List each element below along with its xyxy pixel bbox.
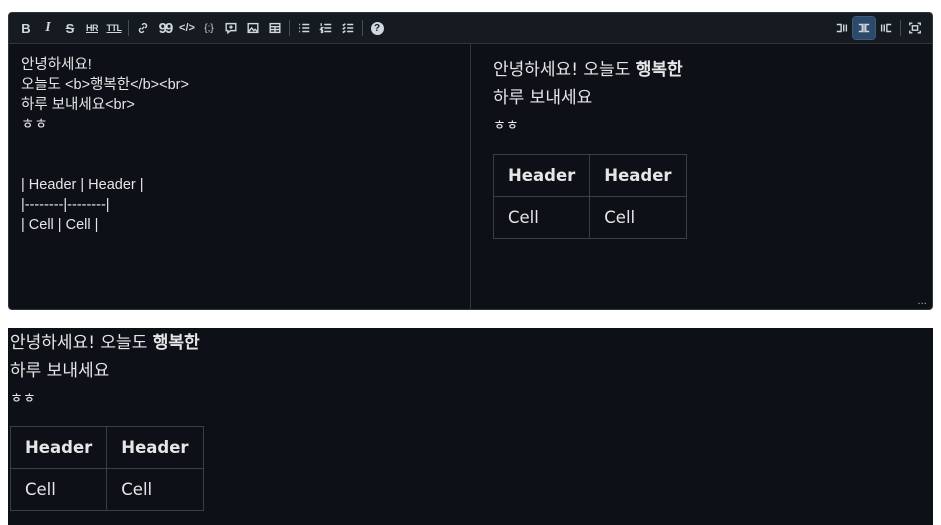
output-line: ㅎㅎ — [10, 391, 36, 407]
comment-button[interactable] — [220, 17, 242, 39]
output-table: Header Header Cell Cell — [9, 426, 204, 511]
bold-button[interactable]: B — [15, 17, 37, 39]
quote-button[interactable]: 99 — [154, 17, 176, 39]
link-icon — [138, 22, 148, 34]
quote-icon: 99 — [158, 19, 174, 37]
editor-only-icon — [836, 23, 848, 33]
table-header-row: Header Header — [9, 426, 204, 469]
help-icon: ? — [370, 21, 384, 35]
task-list-icon — [342, 23, 354, 34]
code-block-button[interactable]: {;} — [198, 17, 220, 39]
source-line[interactable]: 하루 보내세요<br> — [21, 95, 458, 115]
split-view-icon — [858, 23, 870, 33]
output-line: 하루 보내세요 — [10, 361, 110, 381]
image-button[interactable] — [242, 17, 264, 39]
table-header-cell: Header — [492, 154, 591, 197]
horizontal-rule-icon: HR — [86, 23, 99, 33]
preview-line: ㅎㅎ — [493, 118, 519, 134]
task-list-button[interactable] — [337, 17, 359, 39]
rendered-output: 안녕하세요! 오늘도 행복한 하루 보내세요 ㅎㅎ Header Header … — [8, 328, 933, 525]
fullscreen-button[interactable] — [904, 17, 926, 39]
source-line[interactable]: | Cell | Cell | — [21, 215, 458, 235]
code-icon: </> — [179, 22, 195, 34]
preview-line: 하루 보내세요 — [493, 88, 593, 108]
preview-table: Header Header Cell Cell — [492, 154, 687, 239]
image-icon — [247, 22, 259, 34]
editor-toolbar: B I S HR TTL 99 </> {;} ? — [9, 13, 932, 44]
source-line[interactable]: | Header | Header | — [21, 175, 458, 195]
italic-button[interactable]: I — [37, 17, 59, 39]
table-header-cell: Header — [589, 154, 687, 197]
table-row: Cell Cell — [492, 196, 687, 239]
ordered-list-button[interactable] — [315, 17, 337, 39]
preview-only-button[interactable] — [875, 17, 897, 39]
table-cell: Cell — [589, 196, 687, 239]
strikethrough-icon: S — [65, 20, 75, 36]
table-header-row: Header Header — [492, 154, 687, 197]
comment-icon — [225, 22, 237, 35]
heading-button[interactable]: TTL — [103, 17, 125, 39]
toolbar-divider — [128, 20, 129, 36]
help-button[interactable]: ? — [366, 17, 388, 39]
horizontal-rule-button[interactable]: HR — [81, 17, 103, 39]
table-icon — [269, 22, 281, 34]
toolbar-divider — [900, 20, 901, 36]
toolbar-divider — [362, 20, 363, 36]
bold-text: 행복한 — [152, 333, 200, 353]
table-header-cell: Header — [9, 426, 108, 469]
code-block-icon: {;} — [204, 22, 214, 34]
table-row: Cell Cell — [9, 468, 204, 511]
source-line[interactable] — [21, 155, 458, 175]
table-header-cell: Header — [106, 426, 204, 469]
bold-icon: B — [21, 20, 31, 36]
italic-icon: I — [45, 20, 51, 35]
resize-handle[interactable]: ... — [917, 296, 927, 307]
table-cell: Cell — [9, 468, 108, 511]
preview-pane: 안녕하세요! 오늘도 행복한 하루 보내세요 ㅎㅎ Header Header … — [471, 44, 932, 309]
source-line[interactable]: 안녕하세요! — [21, 55, 458, 75]
preview-only-icon — [880, 23, 892, 33]
output-line: 안녕하세요! 오늘도 행복한 — [10, 333, 200, 353]
split-view-button[interactable] — [852, 16, 876, 40]
heading-icon: TTL — [106, 23, 123, 33]
bullet-list-icon — [299, 23, 310, 33]
markdown-source-pane[interactable]: 안녕하세요! 오늘도 <b>행복한</b><br> 하루 보내세요<br> ㅎㅎ… — [9, 44, 471, 309]
table-cell: Cell — [492, 196, 591, 239]
table-cell: Cell — [106, 468, 204, 511]
source-line[interactable]: |--------|--------| — [21, 195, 458, 215]
fullscreen-icon — [909, 22, 921, 34]
bold-text: 행복한 — [635, 60, 683, 80]
source-line[interactable]: ㅎㅎ — [21, 115, 458, 135]
bullet-list-button[interactable] — [293, 17, 315, 39]
table-button[interactable] — [264, 17, 286, 39]
link-button[interactable] — [132, 17, 154, 39]
ordered-list-icon — [319, 23, 332, 34]
editor-only-button[interactable] — [831, 17, 853, 39]
toolbar-divider — [289, 20, 290, 36]
strikethrough-button[interactable]: S — [59, 17, 81, 39]
preview-line: 안녕하세요! 오늘도 행복한 — [493, 60, 683, 80]
markdown-editor: B I S HR TTL 99 </> {;} ? 안녕하세요! 오늘도 <b>… — [8, 12, 933, 310]
source-line[interactable] — [21, 135, 458, 155]
source-line[interactable]: 오늘도 <b>행복한</b><br> — [21, 75, 458, 95]
code-button[interactable]: </> — [176, 17, 198, 39]
